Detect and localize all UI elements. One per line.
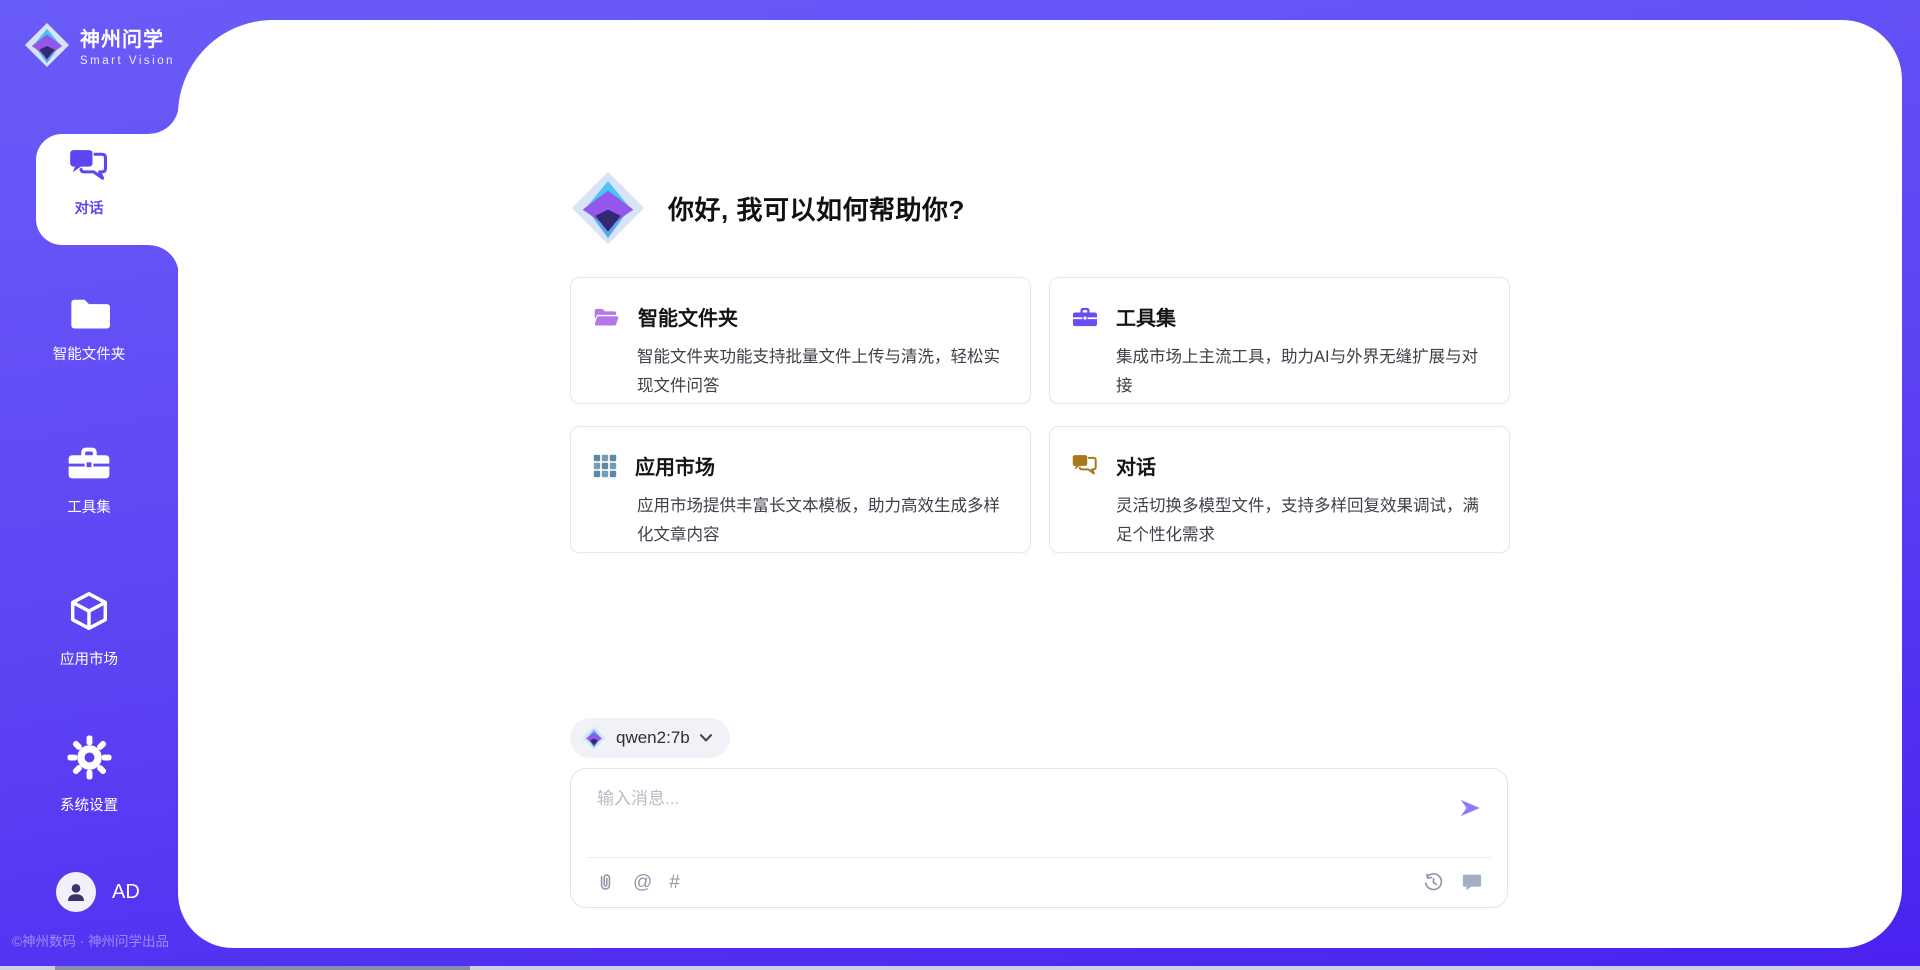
model-name: qwen2:7b xyxy=(616,728,690,748)
chat-bubbles-icon xyxy=(69,148,109,184)
app-grid-icon xyxy=(593,454,617,478)
sidebar-item-smart-folder[interactable]: 智能文件夹 xyxy=(0,296,178,364)
mention-button[interactable]: @ xyxy=(633,873,652,892)
brand-diamond-icon xyxy=(24,22,70,68)
message-input[interactable] xyxy=(597,789,1437,809)
person-icon xyxy=(64,880,88,904)
assistant-diamond-icon xyxy=(570,170,646,246)
paperclip-icon xyxy=(595,872,616,893)
brand-logo: 神州问学 Smart Vision xyxy=(24,22,175,68)
model-diamond-icon xyxy=(582,726,606,750)
horizontal-scrollbar[interactable] xyxy=(0,966,1920,970)
cube-icon xyxy=(66,589,112,635)
card-app-market[interactable]: 应用市场 应用市场提供丰富长文本模板，助力高效生成多样化文章内容 xyxy=(570,426,1031,553)
greeting-block: 你好, 我可以如何帮助你? xyxy=(570,170,1510,246)
folder-open-icon xyxy=(593,306,620,328)
card-title: 对话 xyxy=(1116,451,1156,480)
sidebar-item-label: 对话 xyxy=(0,197,178,218)
conversation-button[interactable] xyxy=(1461,871,1483,893)
brand-name: 神州问学 xyxy=(80,23,175,52)
model-selector[interactable]: qwen2:7b xyxy=(570,718,730,758)
copyright-text: ©神州数码 · 神州问学出品 xyxy=(12,930,202,950)
sidebar-item-label: 系统设置 xyxy=(0,794,178,815)
sidebar-item-toolset[interactable]: 工具集 xyxy=(0,443,178,517)
sidebar-item-app-market[interactable]: 应用市场 xyxy=(0,589,178,669)
card-description: 集成市场上主流工具，助力AI与外界无缝扩展与对接 xyxy=(1116,343,1483,401)
chat-bubbles-icon xyxy=(1072,454,1098,477)
sidebar-item-chat[interactable]: 对话 xyxy=(0,148,178,218)
app-root: { "brand": { "name": "神州问学", "subtitle":… xyxy=(0,0,1920,970)
toolbox-icon xyxy=(1072,305,1098,329)
user-account[interactable]: AD xyxy=(56,872,140,912)
avatar xyxy=(56,872,96,912)
card-description: 智能文件夹功能支持批量文件上传与清洗，轻松实现文件问答 xyxy=(637,343,1004,401)
main-content: 你好, 我可以如何帮助你? 智能文件夹 智能文件夹功能支持批量文件上传与清洗，轻… xyxy=(178,20,1902,948)
sidebar-item-settings[interactable]: 系统设置 xyxy=(0,734,178,815)
message-composer: @ # xyxy=(570,768,1508,908)
toolbox-icon xyxy=(67,443,111,483)
card-toolset[interactable]: 工具集 集成市场上主流工具，助力AI与外界无缝扩展与对接 xyxy=(1049,277,1510,404)
sidebar-item-label: 智能文件夹 xyxy=(0,343,178,364)
attach-button[interactable] xyxy=(595,872,616,893)
card-description: 应用市场提供丰富长文本模板，助力高效生成多样化文章内容 xyxy=(637,492,1004,550)
card-smart-folder[interactable]: 智能文件夹 智能文件夹功能支持批量文件上传与清洗，轻松实现文件问答 xyxy=(570,277,1031,404)
user-name: AD xyxy=(112,881,140,904)
chat-filled-icon xyxy=(1461,871,1483,893)
card-title: 智能文件夹 xyxy=(638,302,738,331)
card-title: 工具集 xyxy=(1116,302,1176,331)
send-button[interactable] xyxy=(1457,795,1483,824)
card-title: 应用市场 xyxy=(635,451,715,480)
card-chat[interactable]: 对话 灵活切换多模型文件，支持多样回复效果调试，满足个性化需求 xyxy=(1049,426,1510,553)
card-description: 灵活切换多模型文件，支持多样回复效果调试，满足个性化需求 xyxy=(1116,492,1483,550)
gear-icon xyxy=(66,734,113,781)
scrollbar-thumb[interactable] xyxy=(55,966,470,970)
sidebar-item-label: 工具集 xyxy=(0,496,178,517)
topic-button[interactable]: # xyxy=(669,873,680,892)
history-icon xyxy=(1423,872,1444,893)
brand-subtitle: Smart Vision xyxy=(80,55,175,67)
sidebar-item-label: 应用市场 xyxy=(0,648,178,669)
folder-icon xyxy=(68,296,110,330)
greeting-title: 你好, 我可以如何帮助你? xyxy=(668,190,965,227)
history-button[interactable] xyxy=(1423,872,1444,893)
feature-cards: 智能文件夹 智能文件夹功能支持批量文件上传与清洗，轻松实现文件问答 工具集 集成… xyxy=(570,277,1510,553)
chevron-down-icon xyxy=(700,734,712,742)
composer-toolbar: @ # xyxy=(595,871,1483,893)
send-icon xyxy=(1457,795,1483,821)
sidebar: 神州问学 Smart Vision 对话 智能文件夹 工具集 应用市场 系统设置… xyxy=(0,0,178,970)
composer-divider xyxy=(587,857,1491,858)
